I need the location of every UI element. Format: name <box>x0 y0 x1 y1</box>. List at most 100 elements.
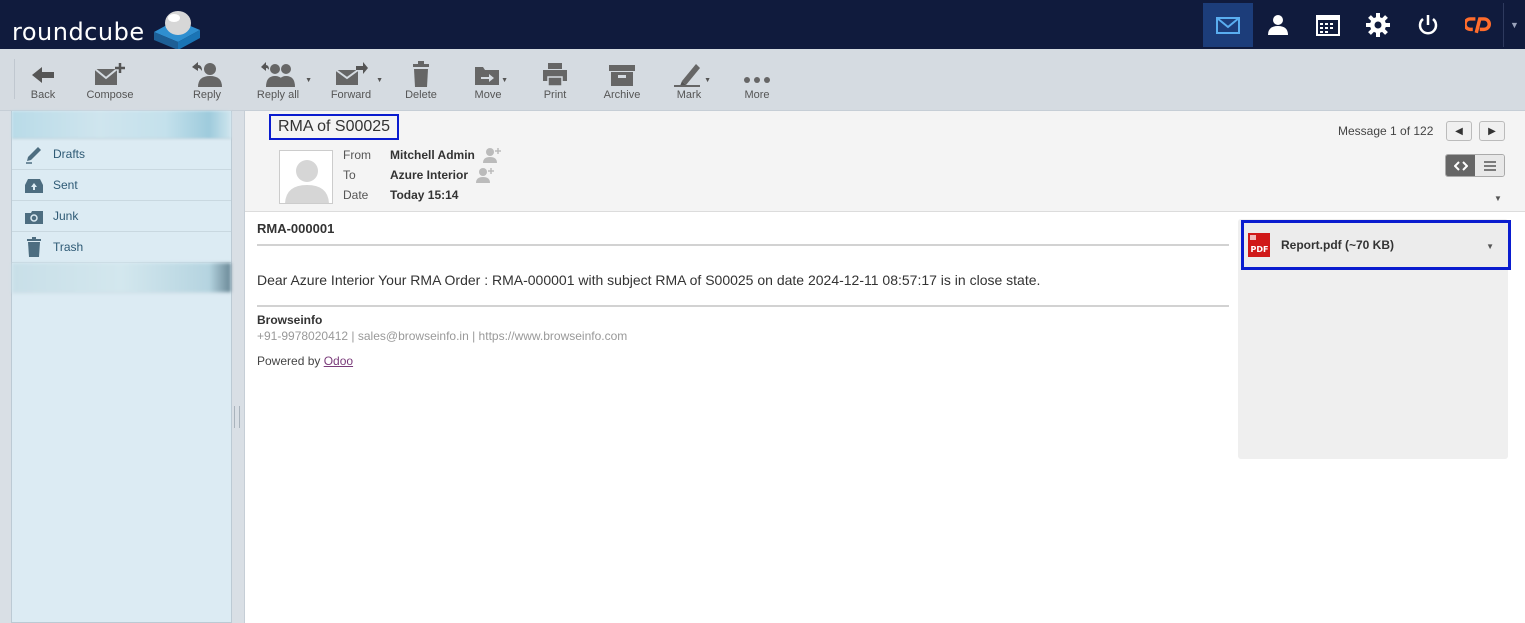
sidebar-item-blurred[interactable] <box>12 263 231 293</box>
previous-message-button[interactable]: ◀ <box>1446 121 1472 141</box>
next-message-button[interactable]: ▶ <box>1479 121 1505 141</box>
message-toolbar: Back Compose Reply Reply all ▼ Forward ▼… <box>0 49 1525 111</box>
top-bar: roundcube ▼ <box>0 0 1525 50</box>
sidebar-item-label: Drafts <box>53 147 86 161</box>
sidebar-item-trash[interactable]: Trash <box>12 232 231 263</box>
folder-move-icon <box>475 67 499 85</box>
from-value[interactable]: Mitchell Admin <box>390 148 475 162</box>
person-icon <box>1268 15 1288 35</box>
person-silhouette-icon <box>285 160 329 203</box>
compose-label: Compose <box>86 89 134 101</box>
more-button[interactable]: More <box>727 61 787 101</box>
powered-by-prefix: Powered by <box>257 354 324 368</box>
move-label: Move <box>474 89 502 101</box>
triangle-right-icon: ▶ <box>1488 125 1496 137</box>
sidebar-item-label: Junk <box>53 209 79 223</box>
date-value: Today 15:14 <box>390 188 459 202</box>
pdf-icon: PDF <box>1248 233 1270 257</box>
svg-text:PDF: PDF <box>1251 245 1269 254</box>
mark-button[interactable]: Mark ▼ <box>659 61 719 101</box>
from-row: From Mitchell Admin <box>343 145 502 165</box>
sidebar-item-label: Sent <box>53 178 78 192</box>
logout-nav-button[interactable] <box>1403 3 1453 47</box>
print-button[interactable]: Print <box>525 61 585 101</box>
attachment-menu-caret-icon[interactable]: ▼ <box>1486 242 1494 251</box>
move-button[interactable]: Move ▼ <box>458 61 518 101</box>
message-view: RMA of S00025 From Mitchell Admin To Azu… <box>244 111 1525 623</box>
sidebar-item-inbox-blurred[interactable] <box>12 111 231 139</box>
topnav-menu-caret[interactable]: ▼ <box>1503 3 1525 47</box>
calendar-icon <box>1316 15 1340 36</box>
plain-text-view-button[interactable] <box>1475 155 1504 176</box>
header-expand-caret-icon[interactable]: ▼ <box>1494 194 1502 203</box>
html-view-button[interactable] <box>1446 155 1475 176</box>
reply-label: Reply <box>192 89 222 101</box>
compose-button[interactable]: Compose <box>80 61 140 101</box>
settings-nav-button[interactable] <box>1353 3 1403 47</box>
cpanel-nav-button[interactable] <box>1453 3 1503 47</box>
reply-all-button[interactable]: Reply all ▼ <box>248 61 312 101</box>
print-label: Print <box>543 89 567 101</box>
to-value[interactable]: Azure Interior <box>390 168 468 182</box>
message-meta: From Mitchell Admin To Azure Interior Da… <box>343 145 502 205</box>
reply-all-icon <box>261 62 295 87</box>
trash-icon <box>27 237 41 257</box>
calendar-nav-button[interactable] <box>1303 3 1353 47</box>
roundcube-logo-icon[interactable] <box>150 6 204 50</box>
sidebar-item-junk[interactable]: Junk <box>12 201 231 232</box>
cpanel-logo-icon <box>1465 17 1491 34</box>
pane-resize-handle[interactable] <box>234 406 240 428</box>
from-label: From <box>343 148 371 162</box>
attachments-panel: PDF Report.pdf (~70 KB) ▼ <box>1238 219 1511 459</box>
envelope-icon <box>1216 17 1240 34</box>
reply-all-dropdown-caret[interactable]: ▼ <box>305 77 312 84</box>
archive-box-icon <box>609 65 635 86</box>
marker-pen-icon <box>674 64 700 87</box>
sent-tray-icon <box>25 179 43 193</box>
date-row: Date Today 15:14 <box>343 185 502 205</box>
odoo-link[interactable]: Odoo <box>324 354 353 368</box>
mail-nav-button[interactable] <box>1203 3 1253 47</box>
contacts-nav-button[interactable] <box>1253 3 1303 47</box>
sidebar-item-sent[interactable]: Sent <box>12 170 231 201</box>
message-count: Message 1 of 122 <box>1338 124 1434 138</box>
sidebar-item-drafts[interactable]: Drafts <box>12 139 231 170</box>
powered-by-line: Powered by Odoo <box>257 354 1229 368</box>
to-label: To <box>343 168 356 182</box>
compose-icon <box>94 63 125 85</box>
attachment-item[interactable]: PDF Report.pdf (~70 KB) ▼ <box>1241 220 1511 270</box>
arrow-left-icon <box>32 67 54 83</box>
sender-avatar <box>279 150 333 204</box>
message-subject: RMA of S00025 <box>269 114 400 140</box>
sidebar-item-label: Trash <box>53 240 84 254</box>
move-dropdown-caret[interactable]: ▼ <box>501 77 508 84</box>
message-header: RMA of S00025 From Mitchell Admin To Azu… <box>245 111 1525 212</box>
forward-label: Forward <box>330 89 372 101</box>
folder-sidebar: Drafts Sent Junk Trash <box>11 111 232 623</box>
add-contact-icon[interactable] <box>482 147 502 163</box>
top-nav: ▼ <box>1203 0 1525 49</box>
printer-icon <box>543 63 567 87</box>
view-mode-toggle <box>1445 154 1505 177</box>
back-label: Back <box>30 89 56 101</box>
gear-icon <box>1366 13 1390 37</box>
triangle-left-icon: ◀ <box>1455 125 1463 137</box>
app-logo-text[interactable]: roundcube <box>12 18 145 46</box>
forward-button[interactable]: Forward ▼ <box>321 61 383 101</box>
to-row: To Azure Interior <box>343 165 502 185</box>
mark-dropdown-caret[interactable]: ▼ <box>704 77 711 84</box>
more-dots-icon <box>744 77 770 83</box>
add-contact-icon[interactable] <box>475 167 495 183</box>
forward-icon <box>335 62 368 85</box>
forward-dropdown-caret[interactable]: ▼ <box>376 77 383 84</box>
reply-button[interactable]: Reply <box>177 61 237 101</box>
more-label: More <box>744 89 770 101</box>
message-text: Dear Azure Interior Your RMA Order : RMA… <box>257 272 1229 307</box>
reply-icon <box>192 62 222 87</box>
reply-all-label: Reply all <box>256 89 300 101</box>
back-button[interactable]: Back <box>13 61 73 101</box>
archive-button[interactable]: Archive <box>592 61 652 101</box>
delete-button[interactable]: Delete <box>391 61 451 101</box>
junk-icon <box>25 211 43 224</box>
signature-contact: +91-9978020412 | sales@browseinfo.in | h… <box>257 329 628 343</box>
